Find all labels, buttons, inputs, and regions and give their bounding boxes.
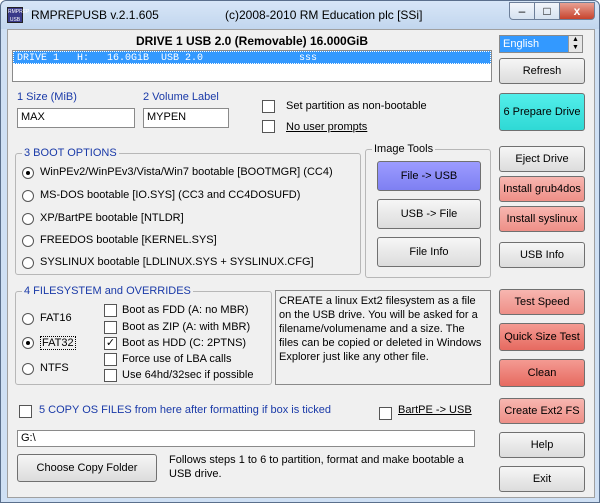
- filesystem-title: 4 FILESYSTEM and OVERRIDES: [22, 285, 193, 297]
- size-input[interactable]: MAX: [17, 108, 135, 128]
- drive-header: DRIVE 1 USB 2.0 (Removable) 16.000GiB: [135, 34, 369, 48]
- prepare-drive-button[interactable]: 6 Prepare Drive: [499, 93, 585, 131]
- override-lba-label: Force use of LBA calls: [122, 353, 232, 365]
- filesystem-group: 4 FILESYSTEM and OVERRIDES FAT16 FAT32 N…: [15, 285, 272, 385]
- boot-options-group: 3 BOOT OPTIONS WinPEv2/WinPEv3/Vista/Win…: [15, 147, 361, 275]
- file-info-button[interactable]: File Info: [377, 237, 481, 267]
- eject-drive-button[interactable]: Eject Drive: [499, 146, 585, 172]
- bartpe-checkbox[interactable]: [379, 407, 392, 420]
- override-zip-label: Boot as ZIP (A: with MBR): [122, 321, 251, 333]
- boot-radio-xp[interactable]: [22, 213, 34, 225]
- language-selected: English: [503, 38, 540, 50]
- no-prompts-checkbox[interactable]: [262, 120, 275, 133]
- install-syslinux-button[interactable]: Install syslinux: [499, 206, 585, 232]
- usb-info-button[interactable]: USB Info: [499, 242, 585, 268]
- fs-radio-fat32[interactable]: [22, 337, 34, 349]
- copy-path-input[interactable]: G:\: [17, 430, 475, 447]
- close-button[interactable]: x: [559, 2, 595, 20]
- override-hdd-checkbox[interactable]: ✓: [104, 337, 117, 350]
- copy-files-label: 5 COPY OS FILES from here after formatti…: [39, 404, 332, 416]
- maximize-button[interactable]: □: [534, 2, 560, 20]
- app-window: RMPREP USB RMPREPUSB v.2.1.605 (c)2008-2…: [0, 0, 600, 503]
- steps-hint: Follows steps 1 to 6 to partition, forma…: [169, 454, 464, 480]
- client-area: DRIVE 1 USB 2.0 (Removable) 16.000GiB DR…: [7, 29, 595, 498]
- boot-radio-syslinux[interactable]: [22, 257, 34, 269]
- choose-copy-folder-button[interactable]: Choose Copy Folder: [17, 454, 157, 482]
- fs-label-ntfs: NTFS: [40, 362, 69, 374]
- window-copyright: (c)2008-2010 RM Education plc [SSi]: [225, 8, 423, 22]
- no-prompts-label: No user prompts: [286, 121, 368, 133]
- fs-label-fat16: FAT16: [40, 312, 72, 324]
- info-text: CREATE a linux Ext2 filesystem as a file…: [275, 290, 491, 385]
- volume-input[interactable]: MYPEN: [143, 108, 229, 128]
- file-to-usb-button[interactable]: File -> USB: [377, 161, 481, 191]
- boot-options-title: 3 BOOT OPTIONS: [22, 147, 119, 159]
- fs-radio-ntfs[interactable]: [22, 363, 34, 375]
- boot-label-winpe: WinPEv2/WinPEv3/Vista/Win7 bootable [BOO…: [40, 166, 333, 178]
- boot-radio-freedos[interactable]: [22, 235, 34, 247]
- fs-label-fat32: FAT32: [40, 336, 76, 350]
- boot-radio-winpe[interactable]: [22, 167, 34, 179]
- fs-radio-fat16[interactable]: [22, 313, 34, 325]
- override-fdd-checkbox[interactable]: [104, 304, 117, 317]
- install-grub4dos-button[interactable]: Install grub4dos: [499, 176, 585, 202]
- size-label: 1 Size (MiB): [17, 91, 77, 103]
- minimize-button[interactable]: –: [509, 2, 535, 20]
- boot-label-freedos: FREEDOS bootable [KERNEL.SYS]: [40, 234, 217, 246]
- override-zip-checkbox[interactable]: [104, 321, 117, 334]
- create-ext2-button[interactable]: Create Ext2 FS: [499, 398, 585, 424]
- override-lba-checkbox[interactable]: [104, 353, 117, 366]
- drive-list-row[interactable]: DRIVE 1 H: 16.0GiB USB 2.0 sss: [13, 51, 491, 64]
- window-title: RMPREPUSB v.2.1.605: [31, 8, 159, 22]
- help-button[interactable]: Help: [499, 432, 585, 458]
- boot-label-syslinux: SYSLINUX bootable [LDLINUX.SYS + SYSLINU…: [40, 256, 314, 268]
- usb-to-file-button[interactable]: USB -> File: [377, 199, 481, 229]
- non-bootable-label: Set partition as non-bootable: [286, 100, 427, 112]
- boot-label-xp: XP/BartPE bootable [NTLDR]: [40, 212, 184, 224]
- test-speed-button[interactable]: Test Speed: [499, 289, 585, 315]
- title-bar: RMPREP USB RMPREPUSB v.2.1.605 (c)2008-2…: [1, 1, 599, 29]
- image-tools-title: Image Tools: [372, 143, 436, 155]
- quick-size-test-button[interactable]: Quick Size Test: [499, 323, 585, 351]
- override-hdd-label: Boot as HDD (C: 2PTNS): [122, 337, 247, 349]
- language-select[interactable]: English ▲ ▼: [499, 35, 583, 53]
- override-fdd-label: Boot as FDD (A: no MBR): [122, 304, 249, 316]
- boot-label-msdos: MS-DOS bootable [IO.SYS] (CC3 and CC4DOS…: [40, 189, 301, 201]
- copy-files-checkbox[interactable]: [19, 405, 32, 418]
- bartpe-label: BartPE -> USB: [398, 404, 472, 416]
- app-icon: RMPREP USB: [7, 7, 30, 23]
- spin-icon: ▲ ▼: [568, 36, 582, 52]
- non-bootable-checkbox[interactable]: [262, 100, 275, 113]
- override-64hd-checkbox[interactable]: [104, 369, 117, 382]
- boot-radio-msdos[interactable]: [22, 190, 34, 202]
- exit-button[interactable]: Exit: [499, 466, 585, 492]
- clean-button[interactable]: Clean: [499, 359, 585, 387]
- override-64hd-label: Use 64hd/32sec if possible: [122, 369, 254, 381]
- drive-list[interactable]: DRIVE 1 H: 16.0GiB USB 2.0 sss: [12, 50, 492, 82]
- volume-label: 2 Volume Label: [143, 91, 219, 103]
- refresh-button[interactable]: Refresh: [499, 58, 585, 84]
